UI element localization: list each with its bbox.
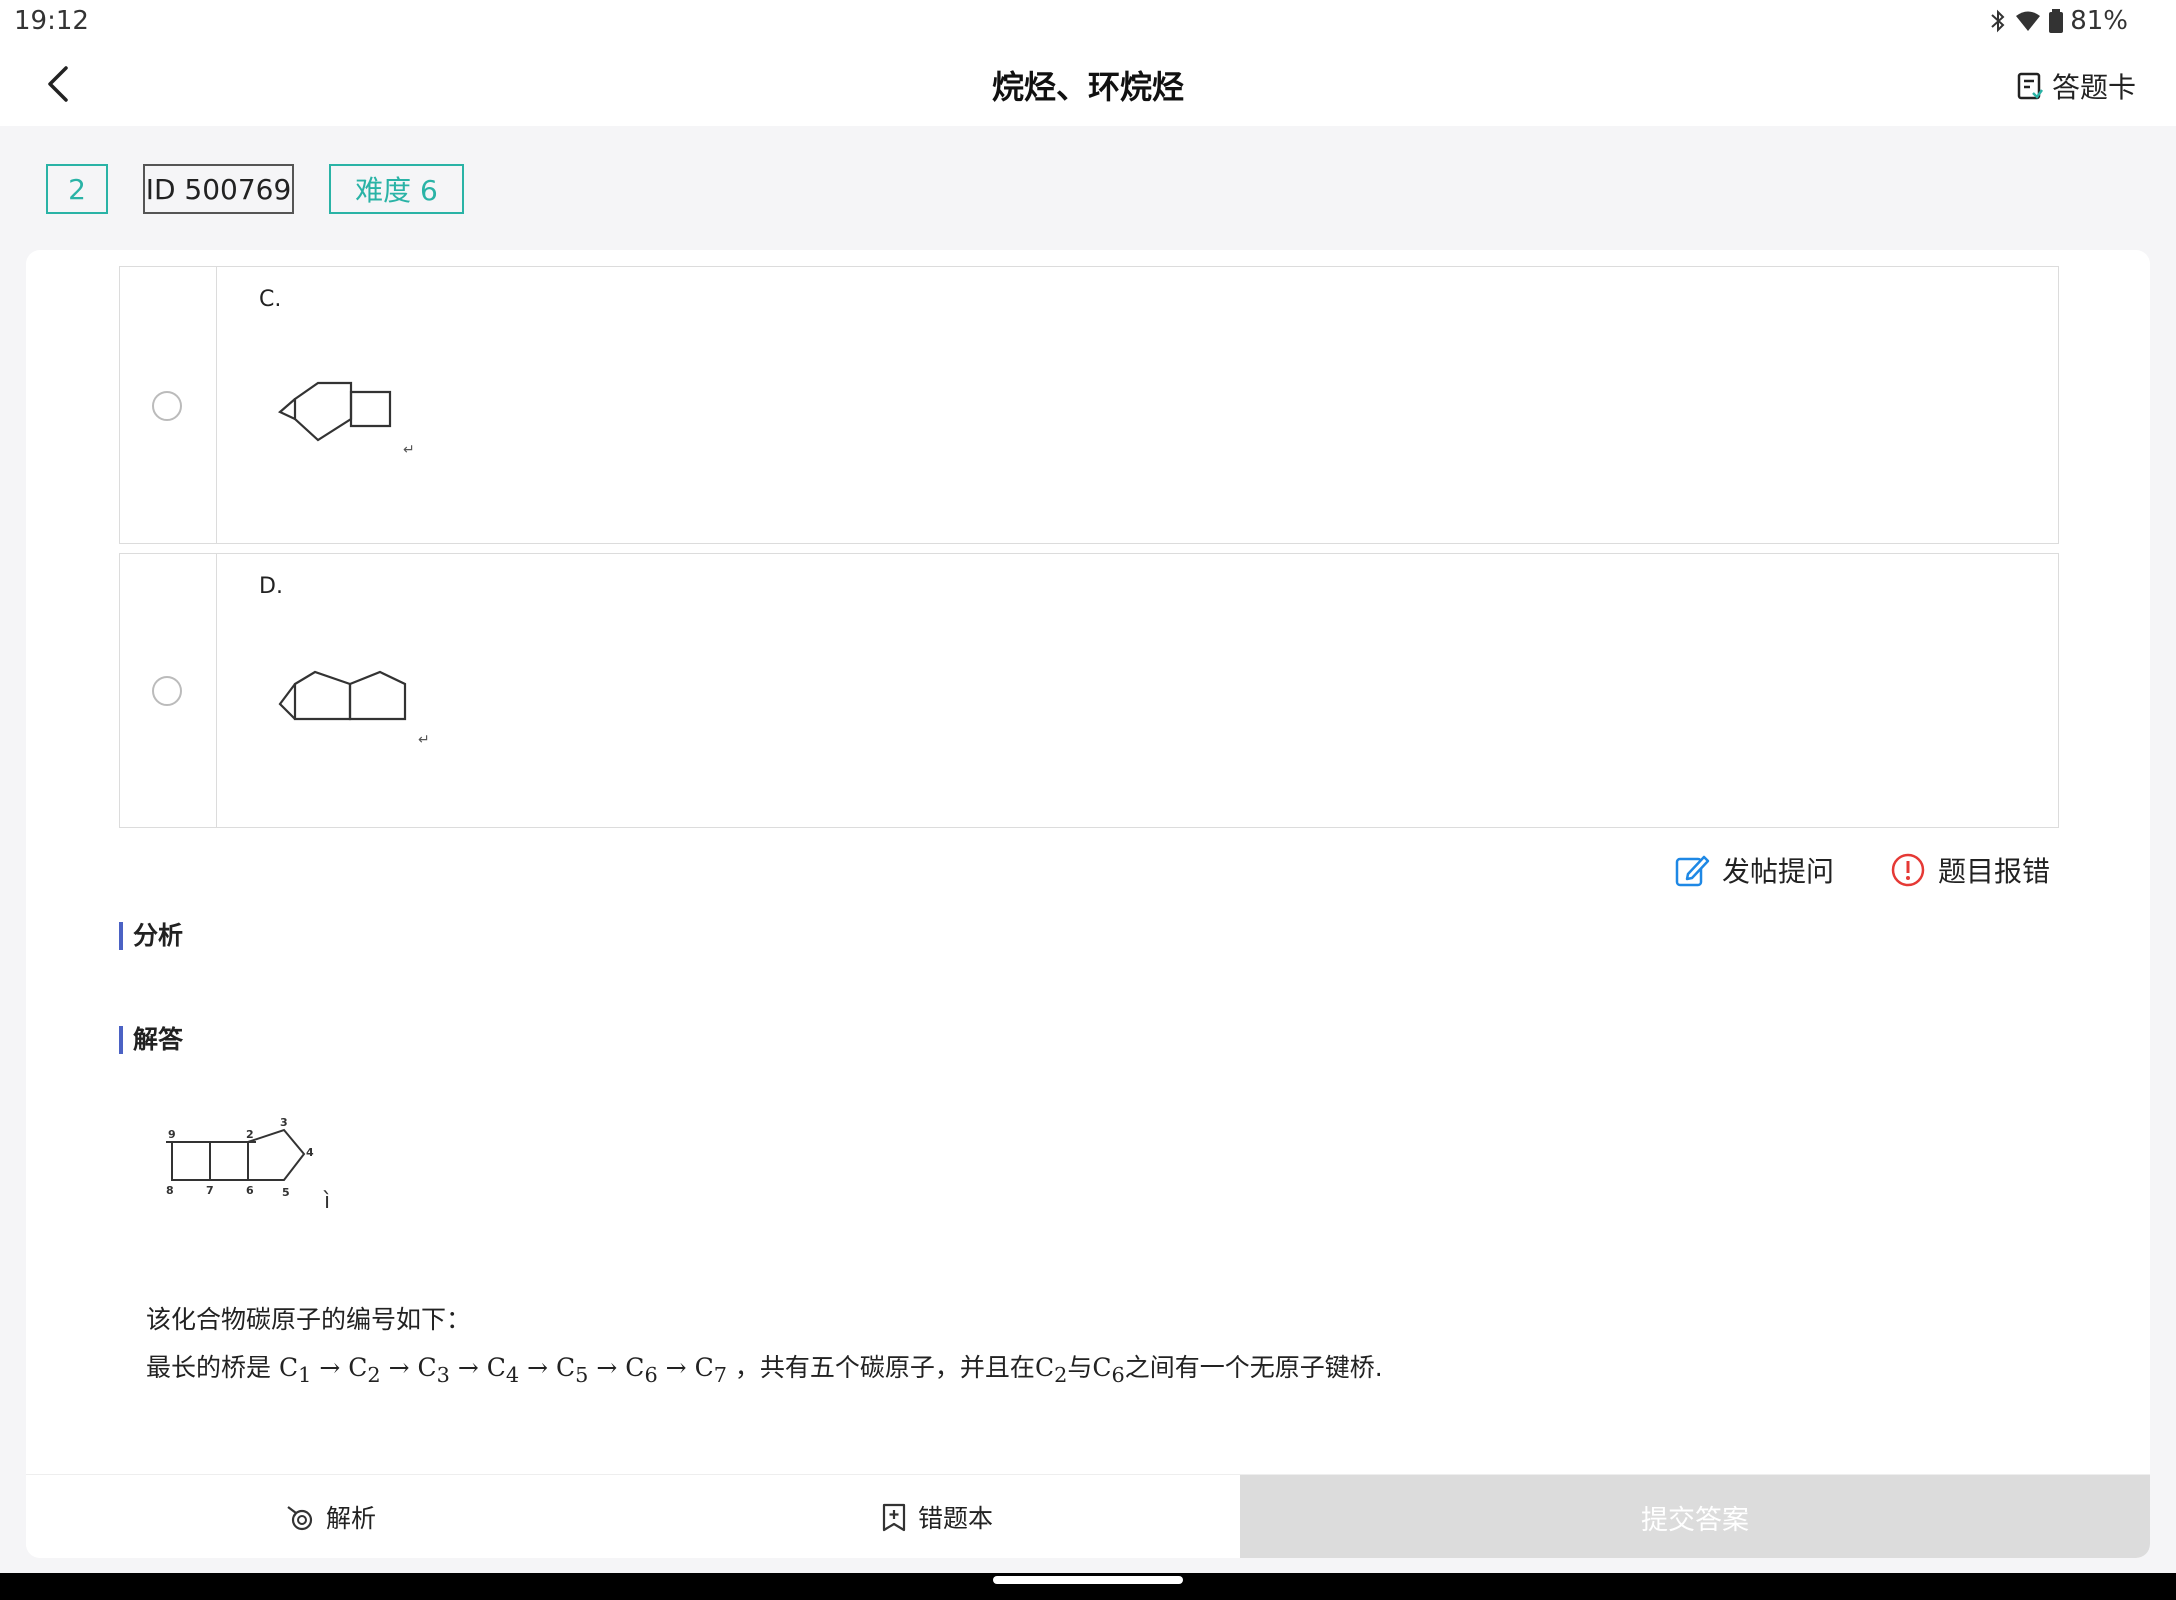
answer-line-2: 最长的桥是 C1 → C2 → C3 → C4 → C5 → C6 → C7 ，…: [146, 1348, 1383, 1387]
system-nav-bar: [0, 1573, 2176, 1600]
answer-with: 与: [1067, 1353, 1093, 1382]
svg-text:↵: ↵: [418, 732, 430, 748]
wrongbook-button-label: 错题本: [918, 1504, 994, 1533]
carbon-chain: C1 → C2 → C3 → C4 → C5 → C6 → C7: [278, 1353, 727, 1387]
ask-question-label: 发帖提问: [1721, 855, 1834, 888]
figure-label: 7: [206, 1184, 214, 1197]
bookmark-add-icon: [882, 1503, 906, 1532]
edit-icon: [1675, 855, 1710, 887]
battery-level: 81%: [2070, 6, 2128, 36]
wifi-icon: [2016, 11, 2041, 31]
option-d[interactable]: D. ↵: [119, 553, 2059, 828]
status-icons: 81%: [1988, 6, 2128, 36]
report-error-button[interactable]: 题目报错: [1890, 850, 2050, 890]
carbon-c2: C2: [1034, 1353, 1068, 1387]
figure-label: 6: [246, 1184, 254, 1197]
answer-card-label: 答题卡: [2051, 71, 2136, 104]
analysis-button[interactable]: 解析: [284, 1475, 376, 1558]
answer-heading: 解答: [119, 1026, 183, 1054]
status-bar: 19:12 81%: [0, 0, 2176, 44]
alert-icon: [1891, 853, 1925, 887]
option-c[interactable]: C. ↵: [119, 266, 2059, 544]
home-indicator[interactable]: [993, 1576, 1183, 1584]
question-actions: 发帖提问 题目报错: [1674, 850, 2050, 890]
answer-line-2-suffix: 之间有一个无原子键桥.: [1124, 1353, 1383, 1382]
submit-answer-button[interactable]: 提交答案: [1240, 1475, 2150, 1558]
answer-line-2-mid: ，共有五个碳原子，并且在: [734, 1353, 1035, 1382]
figure-label: 8: [166, 1184, 174, 1197]
figure-label: 3: [280, 1116, 288, 1129]
analysis-icon: [287, 1506, 313, 1531]
svg-text:↵: ↵: [403, 442, 415, 457]
analysis-button-label: 解析: [326, 1504, 377, 1533]
figure-label: 2: [246, 1128, 254, 1141]
title-bar: 烷烃、环烷烃 答题卡: [0, 44, 2176, 126]
numbered-structure-image: 9 8 7 6 2 3 4 5 ì: [166, 1116, 330, 1214]
option-c-letter: C.: [259, 287, 282, 312]
answer-line-2-prefix: 最长的桥是: [146, 1353, 272, 1382]
answer-card-button[interactable]: 答题卡: [2016, 66, 2136, 106]
ask-question-button[interactable]: 发帖提问: [1674, 850, 1834, 890]
question-content: C. ↵ D. ↵ 发帖提问 题目报错 分析 解答 9 8 7 6 2 3 4 …: [26, 250, 2150, 1558]
option-d-radio[interactable]: [152, 676, 182, 706]
difficulty-badge: 难度 6: [329, 164, 464, 214]
option-c-radio-cell: [120, 267, 217, 543]
question-id-badge: ID 500769: [143, 164, 294, 214]
answer-card-icon: [2017, 72, 2044, 100]
option-c-radio[interactable]: [152, 391, 182, 421]
wrongbook-button[interactable]: 错题本: [880, 1475, 993, 1558]
page-title: 烷烃、环烷烃: [991, 68, 1184, 106]
figure-label: 5: [282, 1186, 290, 1199]
option-d-radio-cell: [120, 554, 217, 827]
answer-line-1: 该化合物碳原子的编号如下：: [146, 1305, 472, 1334]
bottom-toolbar: 解析 错题本 提交答案: [26, 1474, 2150, 1558]
figure-label: 4: [306, 1146, 314, 1159]
option-c-structure-image: ↵: [277, 381, 415, 457]
status-time: 19:12: [14, 6, 89, 36]
analysis-heading: 分析: [119, 922, 183, 950]
question-number-badge: 2: [46, 164, 108, 214]
carbon-c6: C6: [1092, 1353, 1125, 1387]
option-d-structure-image: ↵: [278, 670, 430, 748]
figure-trailing-mark: ì: [323, 1189, 330, 1214]
report-error-label: 题目报错: [1937, 855, 2050, 888]
bluetooth-icon: [1991, 9, 2005, 33]
figure-label: 9: [168, 1128, 176, 1141]
battery-icon: [2049, 9, 2064, 33]
option-d-letter: D.: [259, 574, 283, 599]
